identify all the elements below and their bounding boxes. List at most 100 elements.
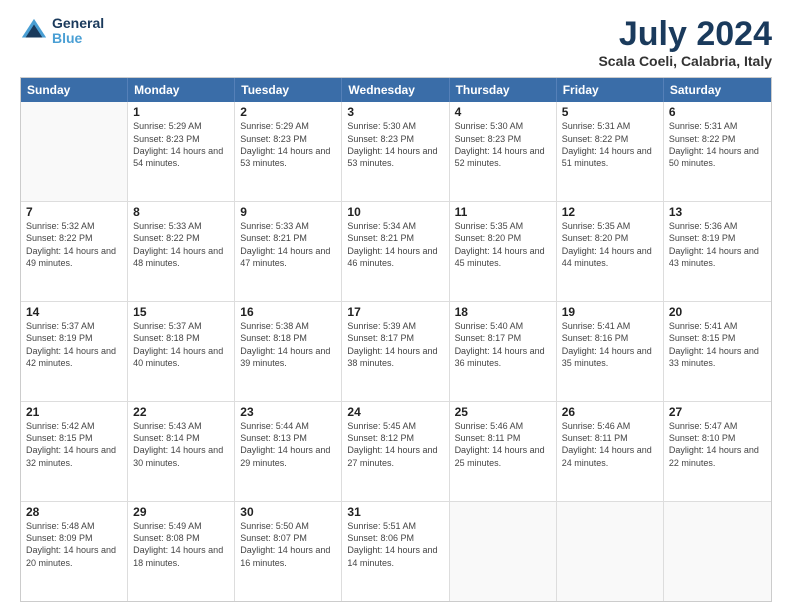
cell-info: Sunrise: 5:46 AM Sunset: 8:11 PM Dayligh… — [455, 420, 551, 469]
day-number: 22 — [133, 405, 229, 419]
day-number: 4 — [455, 105, 551, 119]
day-number: 6 — [669, 105, 766, 119]
day-number: 25 — [455, 405, 551, 419]
cell-info: Sunrise: 5:29 AM Sunset: 8:23 PM Dayligh… — [133, 120, 229, 169]
day-number: 13 — [669, 205, 766, 219]
calendar-cell — [21, 102, 128, 201]
cell-info: Sunrise: 5:35 AM Sunset: 8:20 PM Dayligh… — [562, 220, 658, 269]
calendar-cell: 25Sunrise: 5:46 AM Sunset: 8:11 PM Dayli… — [450, 402, 557, 501]
cell-info: Sunrise: 5:36 AM Sunset: 8:19 PM Dayligh… — [669, 220, 766, 269]
calendar-header-cell: Tuesday — [235, 78, 342, 102]
day-number: 21 — [26, 405, 122, 419]
calendar-cell: 3Sunrise: 5:30 AM Sunset: 8:23 PM Daylig… — [342, 102, 449, 201]
calendar-cell: 19Sunrise: 5:41 AM Sunset: 8:16 PM Dayli… — [557, 302, 664, 401]
cell-info: Sunrise: 5:33 AM Sunset: 8:21 PM Dayligh… — [240, 220, 336, 269]
cell-info: Sunrise: 5:50 AM Sunset: 8:07 PM Dayligh… — [240, 520, 336, 569]
cell-info: Sunrise: 5:41 AM Sunset: 8:15 PM Dayligh… — [669, 320, 766, 369]
calendar-cell: 24Sunrise: 5:45 AM Sunset: 8:12 PM Dayli… — [342, 402, 449, 501]
calendar-cell: 31Sunrise: 5:51 AM Sunset: 8:06 PM Dayli… — [342, 502, 449, 601]
calendar-header-cell: Monday — [128, 78, 235, 102]
day-number: 27 — [669, 405, 766, 419]
calendar-cell: 2Sunrise: 5:29 AM Sunset: 8:23 PM Daylig… — [235, 102, 342, 201]
calendar-week-row: 14Sunrise: 5:37 AM Sunset: 8:19 PM Dayli… — [21, 302, 771, 402]
calendar-week-row: 28Sunrise: 5:48 AM Sunset: 8:09 PM Dayli… — [21, 502, 771, 601]
calendar-header: SundayMondayTuesdayWednesdayThursdayFrid… — [21, 78, 771, 102]
calendar-cell: 6Sunrise: 5:31 AM Sunset: 8:22 PM Daylig… — [664, 102, 771, 201]
calendar-week-row: 21Sunrise: 5:42 AM Sunset: 8:15 PM Dayli… — [21, 402, 771, 502]
header: General Blue July 2024 Scala Coeli, Cala… — [20, 16, 772, 69]
calendar-cell: 9Sunrise: 5:33 AM Sunset: 8:21 PM Daylig… — [235, 202, 342, 301]
cell-info: Sunrise: 5:32 AM Sunset: 8:22 PM Dayligh… — [26, 220, 122, 269]
cell-info: Sunrise: 5:43 AM Sunset: 8:14 PM Dayligh… — [133, 420, 229, 469]
calendar: SundayMondayTuesdayWednesdayThursdayFrid… — [20, 77, 772, 602]
cell-info: Sunrise: 5:49 AM Sunset: 8:08 PM Dayligh… — [133, 520, 229, 569]
day-number: 15 — [133, 305, 229, 319]
calendar-header-cell: Wednesday — [342, 78, 449, 102]
day-number: 26 — [562, 405, 658, 419]
calendar-cell: 7Sunrise: 5:32 AM Sunset: 8:22 PM Daylig… — [21, 202, 128, 301]
day-number: 9 — [240, 205, 336, 219]
logo-icon — [20, 17, 48, 45]
cell-info: Sunrise: 5:51 AM Sunset: 8:06 PM Dayligh… — [347, 520, 443, 569]
calendar-body: 1Sunrise: 5:29 AM Sunset: 8:23 PM Daylig… — [21, 102, 771, 601]
calendar-week-row: 1Sunrise: 5:29 AM Sunset: 8:23 PM Daylig… — [21, 102, 771, 202]
calendar-cell: 20Sunrise: 5:41 AM Sunset: 8:15 PM Dayli… — [664, 302, 771, 401]
cell-info: Sunrise: 5:37 AM Sunset: 8:19 PM Dayligh… — [26, 320, 122, 369]
calendar-header-cell: Saturday — [664, 78, 771, 102]
calendar-cell: 27Sunrise: 5:47 AM Sunset: 8:10 PM Dayli… — [664, 402, 771, 501]
day-number: 11 — [455, 205, 551, 219]
cell-info: Sunrise: 5:30 AM Sunset: 8:23 PM Dayligh… — [347, 120, 443, 169]
cell-info: Sunrise: 5:34 AM Sunset: 8:21 PM Dayligh… — [347, 220, 443, 269]
day-number: 12 — [562, 205, 658, 219]
calendar-cell: 17Sunrise: 5:39 AM Sunset: 8:17 PM Dayli… — [342, 302, 449, 401]
calendar-cell: 11Sunrise: 5:35 AM Sunset: 8:20 PM Dayli… — [450, 202, 557, 301]
cell-info: Sunrise: 5:39 AM Sunset: 8:17 PM Dayligh… — [347, 320, 443, 369]
cell-info: Sunrise: 5:35 AM Sunset: 8:20 PM Dayligh… — [455, 220, 551, 269]
day-number: 28 — [26, 505, 122, 519]
cell-info: Sunrise: 5:31 AM Sunset: 8:22 PM Dayligh… — [562, 120, 658, 169]
calendar-cell: 26Sunrise: 5:46 AM Sunset: 8:11 PM Dayli… — [557, 402, 664, 501]
day-number: 24 — [347, 405, 443, 419]
day-number: 16 — [240, 305, 336, 319]
cell-info: Sunrise: 5:44 AM Sunset: 8:13 PM Dayligh… — [240, 420, 336, 469]
calendar-cell: 18Sunrise: 5:40 AM Sunset: 8:17 PM Dayli… — [450, 302, 557, 401]
calendar-cell: 23Sunrise: 5:44 AM Sunset: 8:13 PM Dayli… — [235, 402, 342, 501]
day-number: 19 — [562, 305, 658, 319]
day-number: 5 — [562, 105, 658, 119]
calendar-cell: 5Sunrise: 5:31 AM Sunset: 8:22 PM Daylig… — [557, 102, 664, 201]
calendar-cell — [557, 502, 664, 601]
cell-info: Sunrise: 5:45 AM Sunset: 8:12 PM Dayligh… — [347, 420, 443, 469]
calendar-cell: 29Sunrise: 5:49 AM Sunset: 8:08 PM Dayli… — [128, 502, 235, 601]
day-number: 30 — [240, 505, 336, 519]
day-number: 8 — [133, 205, 229, 219]
calendar-header-cell: Friday — [557, 78, 664, 102]
cell-info: Sunrise: 5:33 AM Sunset: 8:22 PM Dayligh… — [133, 220, 229, 269]
day-number: 7 — [26, 205, 122, 219]
calendar-week-row: 7Sunrise: 5:32 AM Sunset: 8:22 PM Daylig… — [21, 202, 771, 302]
day-number: 14 — [26, 305, 122, 319]
cell-info: Sunrise: 5:30 AM Sunset: 8:23 PM Dayligh… — [455, 120, 551, 169]
calendar-cell: 8Sunrise: 5:33 AM Sunset: 8:22 PM Daylig… — [128, 202, 235, 301]
day-number: 18 — [455, 305, 551, 319]
title-block: July 2024 Scala Coeli, Calabria, Italy — [598, 16, 772, 69]
cell-info: Sunrise: 5:37 AM Sunset: 8:18 PM Dayligh… — [133, 320, 229, 369]
calendar-cell: 22Sunrise: 5:43 AM Sunset: 8:14 PM Dayli… — [128, 402, 235, 501]
subtitle: Scala Coeli, Calabria, Italy — [598, 53, 772, 69]
calendar-cell: 10Sunrise: 5:34 AM Sunset: 8:21 PM Dayli… — [342, 202, 449, 301]
cell-info: Sunrise: 5:42 AM Sunset: 8:15 PM Dayligh… — [26, 420, 122, 469]
logo-text: General Blue — [52, 16, 104, 47]
calendar-header-cell: Sunday — [21, 78, 128, 102]
calendar-cell — [664, 502, 771, 601]
cell-info: Sunrise: 5:31 AM Sunset: 8:22 PM Dayligh… — [669, 120, 766, 169]
calendar-cell — [450, 502, 557, 601]
logo: General Blue — [20, 16, 104, 47]
day-number: 31 — [347, 505, 443, 519]
calendar-header-cell: Thursday — [450, 78, 557, 102]
day-number: 1 — [133, 105, 229, 119]
cell-info: Sunrise: 5:29 AM Sunset: 8:23 PM Dayligh… — [240, 120, 336, 169]
cell-info: Sunrise: 5:46 AM Sunset: 8:11 PM Dayligh… — [562, 420, 658, 469]
cell-info: Sunrise: 5:38 AM Sunset: 8:18 PM Dayligh… — [240, 320, 336, 369]
cell-info: Sunrise: 5:48 AM Sunset: 8:09 PM Dayligh… — [26, 520, 122, 569]
calendar-cell: 1Sunrise: 5:29 AM Sunset: 8:23 PM Daylig… — [128, 102, 235, 201]
day-number: 17 — [347, 305, 443, 319]
